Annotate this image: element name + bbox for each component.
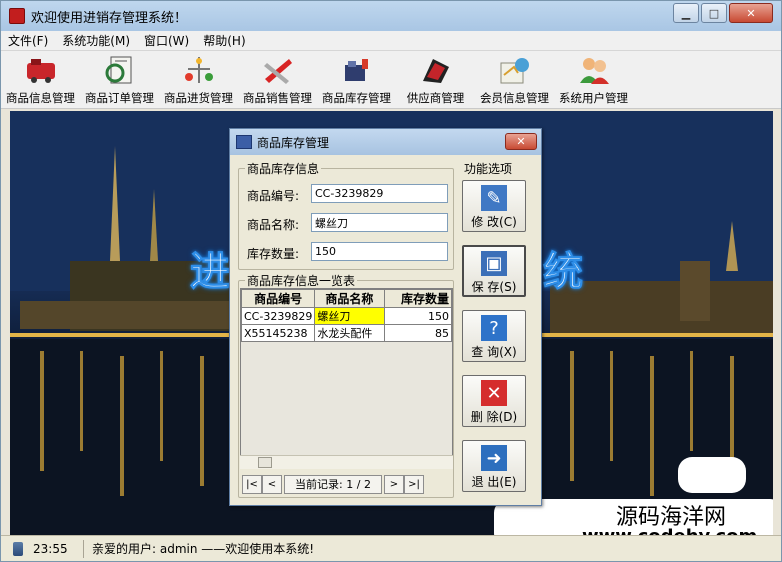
minimize-button[interactable]: ▁ (673, 3, 699, 23)
stock-dialog: 商品库存管理 ✕ 商品库存信息 商品编号: 商品名称: 库存数量: 商品库存信息… (229, 128, 542, 506)
product-icon (24, 54, 58, 86)
nav-next-button[interactable]: > (384, 474, 404, 494)
toolbar-order-label: 商品订单管理 (85, 91, 154, 105)
save-button[interactable]: ▣ 保 存(S) (462, 245, 526, 297)
nav-prev-button[interactable]: < (262, 474, 282, 494)
toolbar-stock-label: 商品库存管理 (322, 91, 391, 105)
stock-table[interactable]: 商品编号 商品名称 库存数量 CC-3239829 螺丝刀 150 X55145… (240, 288, 453, 460)
dialog-icon (236, 135, 252, 149)
delete-icon: ✕ (481, 380, 507, 406)
toolbar-member-label: 会员信息管理 (480, 91, 549, 105)
window-title: 欢迎使用进销存管理系统！ (31, 10, 188, 26)
nav-first-button[interactable]: |< (242, 474, 262, 494)
users-icon (577, 54, 611, 86)
member-icon (498, 54, 532, 86)
save-label: 保 存(S) (471, 280, 517, 294)
toolbar-member-button[interactable]: 会员信息管理 (475, 51, 554, 108)
toolbar-sales-label: 商品销售管理 (243, 91, 312, 105)
toolbar-purchase-label: 商品进货管理 (164, 91, 233, 105)
banner-text-right: 统 (543, 249, 584, 296)
table-header-row: 商品编号 商品名称 库存数量 (241, 289, 452, 308)
col-code-header[interactable]: 商品编号 (241, 289, 316, 308)
scrollbar-thumb[interactable] (258, 457, 272, 468)
nav-last-button[interactable]: >| (404, 474, 424, 494)
code-input[interactable] (311, 184, 448, 203)
edit-icon: ✎ (481, 185, 507, 211)
title-bar: 欢迎使用进销存管理系统！ ▁ □ ✕ (1, 1, 781, 31)
cell-name[interactable]: 水龙头配件 (314, 324, 385, 342)
banner-text-left: 进 (190, 249, 231, 296)
order-icon (103, 54, 137, 86)
status-message: 亲爱的用户: admin ——欢迎使用本系统! (92, 542, 315, 556)
delete-button[interactable]: ✕ 删 除(D) (462, 375, 526, 427)
toolbar-users-button[interactable]: 系统用户管理 (554, 51, 633, 108)
purchase-icon (182, 54, 216, 86)
toolbar-product-button[interactable]: 商品信息管理 (1, 51, 80, 108)
nav-record-label: 当前记录: 1 / 2 (284, 474, 382, 494)
save-icon: ▣ (481, 251, 507, 276)
delete-label: 删 除(D) (470, 410, 518, 424)
qty-label: 库存数量: (247, 247, 300, 261)
watermark-url: www.codehy.com (582, 526, 757, 535)
query-button[interactable]: ? 查 询(X) (462, 310, 526, 362)
status-icon (13, 541, 23, 556)
watermark-blob (678, 457, 746, 493)
func-group-label: 功能选项 (462, 160, 515, 177)
toolbar-order-button[interactable]: 商品订单管理 (80, 51, 159, 108)
cell-code[interactable]: CC-3239829 (241, 307, 316, 325)
help-icon: ? (481, 315, 507, 341)
menu-help[interactable]: 帮助(H) (196, 32, 252, 49)
code-label: 商品编号: (247, 189, 300, 203)
exit-icon: ➜ (481, 445, 507, 471)
cell-code[interactable]: X55145238 (241, 324, 316, 342)
toolbar-sales-button[interactable]: 商品销售管理 (238, 51, 317, 108)
cell-qty[interactable]: 85 (383, 324, 452, 342)
modify-button[interactable]: ✎ 修 改(C) (462, 180, 526, 232)
table-row[interactable]: CC-3239829 螺丝刀 150 (241, 307, 452, 325)
status-bar: 23:55 亲爱的用户: admin ——欢迎使用本系统! (1, 535, 781, 561)
sales-icon (261, 54, 295, 86)
menu-bar: 文件(F) 系统功能(M) 窗口(W) 帮助(H) (1, 31, 781, 51)
record-navigator: |< < 当前记录: 1 / 2 > >| (242, 474, 451, 494)
menu-file[interactable]: 文件(F) (1, 32, 55, 49)
info-group-label: 商品库存信息 (245, 160, 322, 177)
toolbar-users-label: 系统用户管理 (559, 91, 628, 105)
toolbar-product-label: 商品信息管理 (6, 91, 75, 105)
toolbar-supplier-button[interactable]: 供应商管理 (396, 51, 475, 108)
app-icon (9, 8, 25, 24)
name-label: 商品名称: (247, 218, 300, 232)
menu-system[interactable]: 系统功能(M) (55, 32, 137, 49)
maximize-button[interactable]: □ (701, 3, 727, 23)
qty-input[interactable] (311, 242, 448, 261)
exit-label: 退 出(E) (471, 475, 517, 489)
status-separator (83, 539, 84, 558)
stock-icon (340, 54, 374, 86)
dialog-close-button[interactable]: ✕ (505, 133, 537, 150)
query-label: 查 询(X) (471, 345, 517, 359)
exit-button[interactable]: ➜ 退 出(E) (462, 440, 526, 492)
toolbar: 商品信息管理 商品订单管理 商品进货管理 商品销售管理 商品库存管理 供应商管理… (1, 51, 781, 109)
toolbar-supplier-label: 供应商管理 (406, 91, 465, 105)
table-horizontal-scrollbar[interactable] (240, 455, 453, 469)
cell-name[interactable]: 螺丝刀 (314, 307, 385, 325)
col-name-header[interactable]: 商品名称 (314, 289, 385, 308)
name-input[interactable] (311, 213, 448, 232)
cell-qty[interactable]: 150 (383, 307, 452, 325)
table-row[interactable]: X55145238 水龙头配件 85 (241, 324, 452, 342)
supplier-icon (419, 54, 453, 86)
dialog-title: 商品库存管理 (257, 135, 330, 150)
col-qty-header[interactable]: 库存数量 (383, 289, 452, 308)
status-time: 23:55 (33, 541, 68, 556)
toolbar-purchase-button[interactable]: 商品进货管理 (159, 51, 238, 108)
menu-window[interactable]: 窗口(W) (137, 32, 196, 49)
close-button[interactable]: ✕ (729, 3, 773, 23)
modify-label: 修 改(C) (471, 215, 517, 229)
toolbar-stock-button[interactable]: 商品库存管理 (317, 51, 396, 108)
dialog-title-bar: 商品库存管理 ✕ (230, 129, 541, 155)
list-group-label: 商品库存信息一览表 (245, 272, 358, 289)
